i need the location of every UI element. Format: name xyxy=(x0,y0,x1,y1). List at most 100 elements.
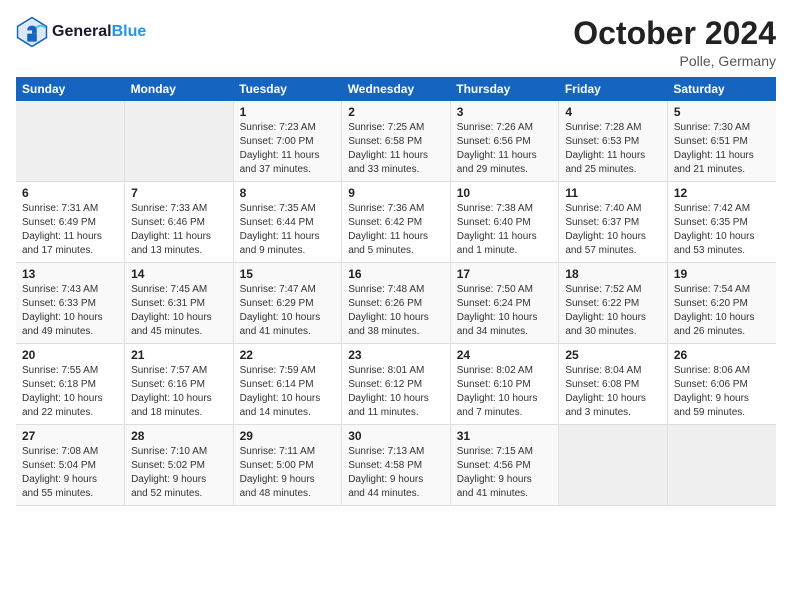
day-number: 16 xyxy=(348,267,444,281)
table-cell: 20 Sunrise: 7:55 AM Sunset: 6:18 PM Dayli… xyxy=(16,344,125,425)
cell-content: Sunrise: 7:33 AM Sunset: 6:46 PM Dayligh… xyxy=(131,202,227,258)
day-number: 9 xyxy=(348,186,444,200)
table-cell: 11Sunrise: 7:40 AM Sunset: 6:37 PM Dayli… xyxy=(559,182,668,263)
table-cell: 25 Sunrise: 8:04 AM Sunset: 6:08 PM Dayli… xyxy=(559,344,668,425)
cell-content: Sunrise: 7:57 AM Sunset: 6:16 PM Dayligh… xyxy=(131,364,227,420)
table-row: 20 Sunrise: 7:55 AM Sunset: 6:18 PM Dayli… xyxy=(16,344,776,425)
cell-content: Sunrise: 7:38 AM Sunset: 6:40 PM Dayligh… xyxy=(457,202,553,258)
day-number: 22 xyxy=(240,348,336,362)
day-number: 24 xyxy=(457,348,553,362)
cell-content: Sunrise: 8:06 AM Sunset: 6:06 PM Dayligh… xyxy=(674,364,770,420)
calendar-page: GeneralBlue October 2024 Polle, Germany … xyxy=(0,0,792,612)
day-number: 11 xyxy=(565,186,661,200)
table-cell: 3 Sunrise: 7:26 AM Sunset: 6:56 PM Daylig… xyxy=(450,101,559,182)
table-cell xyxy=(667,425,776,506)
day-number: 2 xyxy=(348,105,444,119)
day-number: 25 xyxy=(565,348,661,362)
table-row: 27 Sunrise: 7:08 AM Sunset: 5:04 PM Dayli… xyxy=(16,425,776,506)
day-number: 30 xyxy=(348,429,444,443)
col-wednesday: Wednesday xyxy=(342,77,451,101)
table-cell: 29Sunrise: 7:11 AM Sunset: 5:00 PM Dayli… xyxy=(233,425,342,506)
table-cell: 10 Sunrise: 7:38 AM Sunset: 6:40 PM Dayli… xyxy=(450,182,559,263)
table-row: 13Sunrise: 7:43 AM Sunset: 6:33 PM Dayli… xyxy=(16,263,776,344)
cell-content: Sunrise: 8:04 AM Sunset: 6:08 PM Dayligh… xyxy=(565,364,661,420)
table-cell: 8Sunrise: 7:35 AM Sunset: 6:44 PM Daylig… xyxy=(233,182,342,263)
table-cell: 22 Sunrise: 7:59 AM Sunset: 6:14 PM Dayli… xyxy=(233,344,342,425)
cell-content: Sunrise: 7:08 AM Sunset: 5:04 PM Dayligh… xyxy=(22,445,118,501)
col-monday: Monday xyxy=(125,77,234,101)
cell-content: Sunrise: 7:30 AM Sunset: 6:51 PM Dayligh… xyxy=(674,121,770,177)
table-cell: 5 Sunrise: 7:30 AM Sunset: 6:51 PM Daylig… xyxy=(667,101,776,182)
cell-content: Sunrise: 7:59 AM Sunset: 6:14 PM Dayligh… xyxy=(240,364,336,420)
day-number: 7 xyxy=(131,186,227,200)
cell-content: Sunrise: 7:52 AM Sunset: 6:22 PM Dayligh… xyxy=(565,283,661,339)
cell-content: Sunrise: 7:15 AM Sunset: 4:56 PM Dayligh… xyxy=(457,445,553,501)
table-cell: 4 Sunrise: 7:28 AM Sunset: 6:53 PM Daylig… xyxy=(559,101,668,182)
cell-content: Sunrise: 8:01 AM Sunset: 6:12 PM Dayligh… xyxy=(348,364,444,420)
day-number: 20 xyxy=(22,348,118,362)
table-cell: 6 Sunrise: 7:31 AM Sunset: 6:49 PM Daylig… xyxy=(16,182,125,263)
cell-content: Sunrise: 7:45 AM Sunset: 6:31 PM Dayligh… xyxy=(131,283,227,339)
day-number: 3 xyxy=(457,105,553,119)
day-number: 4 xyxy=(565,105,661,119)
table-cell: 27 Sunrise: 7:08 AM Sunset: 5:04 PM Dayli… xyxy=(16,425,125,506)
table-cell: 21 Sunrise: 7:57 AM Sunset: 6:16 PM Dayli… xyxy=(125,344,234,425)
day-number: 23 xyxy=(348,348,444,362)
table-cell: 23 Sunrise: 8:01 AM Sunset: 6:12 PM Dayli… xyxy=(342,344,451,425)
cell-content: Sunrise: 7:28 AM Sunset: 6:53 PM Dayligh… xyxy=(565,121,661,177)
title-section: October 2024 Polle, Germany xyxy=(573,16,776,69)
cell-content: Sunrise: 7:43 AM Sunset: 6:33 PM Dayligh… xyxy=(22,283,118,339)
table-cell: 28 Sunrise: 7:10 AM Sunset: 5:02 PM Dayli… xyxy=(125,425,234,506)
day-number: 5 xyxy=(674,105,770,119)
table-row: 1 Sunrise: 7:23 AM Sunset: 7:00 PM Daylig… xyxy=(16,101,776,182)
day-number: 18 xyxy=(565,267,661,281)
table-cell: 18 Sunrise: 7:52 AM Sunset: 6:22 PM Dayli… xyxy=(559,263,668,344)
cell-content: Sunrise: 7:23 AM Sunset: 7:00 PM Dayligh… xyxy=(240,121,336,177)
table-cell: 16Sunrise: 7:48 AM Sunset: 6:26 PM Dayli… xyxy=(342,263,451,344)
table-cell: 17 Sunrise: 7:50 AM Sunset: 6:24 PM Dayli… xyxy=(450,263,559,344)
col-thursday: Thursday xyxy=(450,77,559,101)
table-cell: 13Sunrise: 7:43 AM Sunset: 6:33 PM Dayli… xyxy=(16,263,125,344)
day-number: 17 xyxy=(457,267,553,281)
table-cell: 15Sunrise: 7:47 AM Sunset: 6:29 PM Dayli… xyxy=(233,263,342,344)
logo-text: GeneralBlue xyxy=(52,23,146,41)
table-cell: 14 Sunrise: 7:45 AM Sunset: 6:31 PM Dayli… xyxy=(125,263,234,344)
table-cell xyxy=(559,425,668,506)
location: Polle, Germany xyxy=(573,53,776,69)
cell-content: Sunrise: 7:47 AM Sunset: 6:29 PM Dayligh… xyxy=(240,283,336,339)
table-row: 6 Sunrise: 7:31 AM Sunset: 6:49 PM Daylig… xyxy=(16,182,776,263)
day-number: 1 xyxy=(240,105,336,119)
table-cell: 2 Sunrise: 7:25 AM Sunset: 6:58 PM Daylig… xyxy=(342,101,451,182)
cell-content: Sunrise: 7:26 AM Sunset: 6:56 PM Dayligh… xyxy=(457,121,553,177)
cell-content: Sunrise: 7:55 AM Sunset: 6:18 PM Dayligh… xyxy=(22,364,118,420)
day-number: 19 xyxy=(674,267,770,281)
col-saturday: Saturday xyxy=(667,77,776,101)
table-cell: 19 Sunrise: 7:54 AM Sunset: 6:20 PM Dayli… xyxy=(667,263,776,344)
cell-content: Sunrise: 7:10 AM Sunset: 5:02 PM Dayligh… xyxy=(131,445,227,501)
cell-content: Sunrise: 7:42 AM Sunset: 6:35 PM Dayligh… xyxy=(674,202,770,258)
day-number: 27 xyxy=(22,429,118,443)
day-number: 28 xyxy=(131,429,227,443)
table-cell: 26 Sunrise: 8:06 AM Sunset: 6:06 PM Dayli… xyxy=(667,344,776,425)
table-cell xyxy=(16,101,125,182)
cell-content: Sunrise: 8:02 AM Sunset: 6:10 PM Dayligh… xyxy=(457,364,553,420)
day-number: 14 xyxy=(131,267,227,281)
day-number: 26 xyxy=(674,348,770,362)
day-number: 6 xyxy=(22,186,118,200)
logo-icon xyxy=(16,16,48,48)
table-cell: 24 Sunrise: 8:02 AM Sunset: 6:10 PM Dayli… xyxy=(450,344,559,425)
calendar-table: Sunday Monday Tuesday Wednesday Thursday… xyxy=(16,77,776,506)
cell-content: Sunrise: 7:35 AM Sunset: 6:44 PM Dayligh… xyxy=(240,202,336,258)
cell-content: Sunrise: 7:54 AM Sunset: 6:20 PM Dayligh… xyxy=(674,283,770,339)
day-number: 12 xyxy=(674,186,770,200)
cell-content: Sunrise: 7:50 AM Sunset: 6:24 PM Dayligh… xyxy=(457,283,553,339)
cell-content: Sunrise: 7:25 AM Sunset: 6:58 PM Dayligh… xyxy=(348,121,444,177)
day-number: 10 xyxy=(457,186,553,200)
header: GeneralBlue October 2024 Polle, Germany xyxy=(16,16,776,69)
day-number: 29 xyxy=(240,429,336,443)
cell-content: Sunrise: 7:31 AM Sunset: 6:49 PM Dayligh… xyxy=(22,202,118,258)
day-number: 31 xyxy=(457,429,553,443)
table-cell xyxy=(125,101,234,182)
table-cell: 9Sunrise: 7:36 AM Sunset: 6:42 PM Daylig… xyxy=(342,182,451,263)
day-number: 21 xyxy=(131,348,227,362)
